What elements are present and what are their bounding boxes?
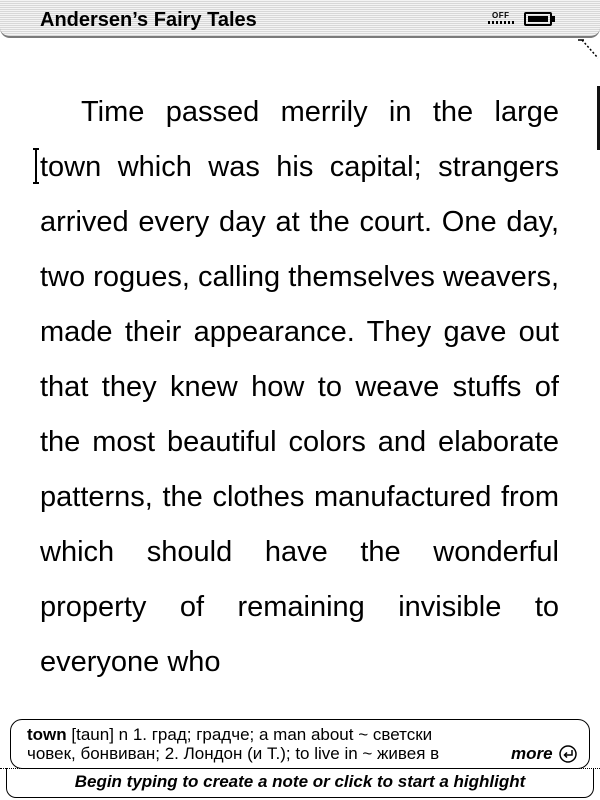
wireless-off-icon: OFF bbox=[488, 10, 514, 26]
battery-fill bbox=[528, 16, 548, 22]
title-bar: Andersen’s Fairy Tales OFF bbox=[0, 0, 600, 38]
battery-tip bbox=[552, 16, 555, 22]
dictionary-definition-part-2: човек, бонвиван; 2. Лондон (и Т.); to li… bbox=[27, 744, 440, 763]
enter-icon[interactable] bbox=[559, 745, 577, 763]
dictionary-popup[interactable]: town [taun] n 1. град; градче; a man abo… bbox=[10, 719, 590, 769]
text-cursor-icon bbox=[33, 148, 39, 184]
status-hint-text: Begin typing to create a note or click t… bbox=[74, 772, 526, 791]
dictionary-definition-part-1: [taun] n 1. град; градче; a man about ~ … bbox=[66, 725, 433, 744]
wireless-bars bbox=[488, 21, 514, 24]
dictionary-headword: town bbox=[27, 725, 67, 744]
battery-body bbox=[524, 12, 552, 26]
more-button[interactable]: more bbox=[511, 744, 553, 763]
bookmark-corner-icon[interactable] bbox=[578, 38, 600, 60]
status-bar: Begin typing to create a note or click t… bbox=[0, 768, 600, 800]
dictionary-line-1: town [taun] n 1. град; градче; a man abo… bbox=[27, 725, 432, 744]
wireless-status-label: OFF bbox=[492, 11, 510, 20]
book-title: Andersen’s Fairy Tales bbox=[40, 9, 257, 31]
page-body-text[interactable]: Time passed merrily in the large town wh… bbox=[40, 85, 559, 690]
kindle-reader-screen: Andersen’s Fairy Tales OFF Time passed m… bbox=[0, 0, 600, 800]
battery-icon bbox=[524, 12, 556, 26]
